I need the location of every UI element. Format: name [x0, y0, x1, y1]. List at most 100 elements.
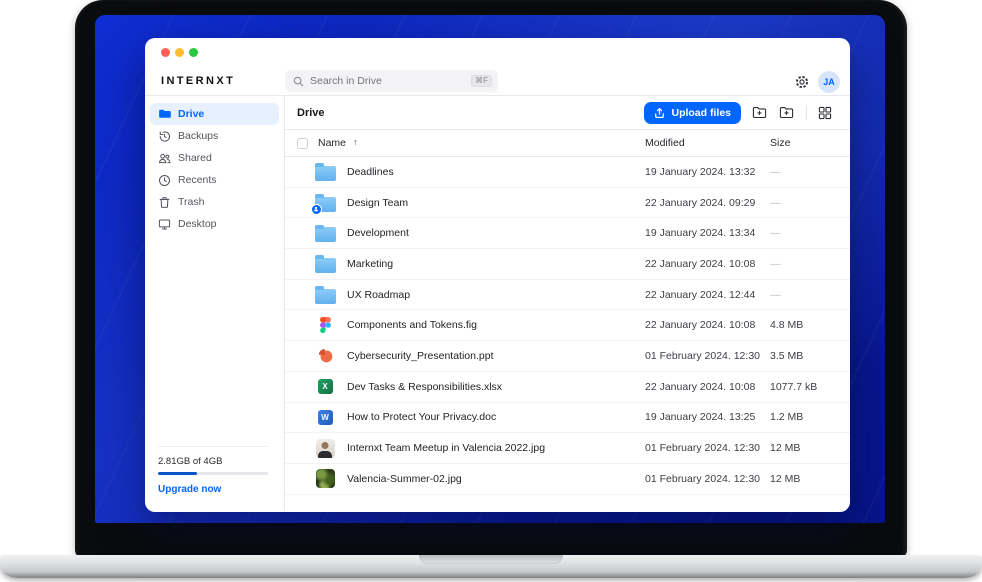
zoom-window-button[interactable]	[189, 48, 198, 57]
new-folder-icon	[779, 106, 794, 119]
gear-icon	[794, 74, 810, 90]
grid-view-button[interactable]	[818, 105, 834, 120]
storage-progress-bar	[158, 472, 268, 475]
laptop-lid-notch	[419, 555, 563, 564]
file-name: Development	[347, 227, 409, 239]
file-modified: 19 January 2024. 13:32	[645, 166, 755, 178]
window-topbar: INTERNXT Search in Drive ⌘F	[145, 38, 850, 96]
table-row[interactable]: Components and Tokens.fig 22 January 202…	[285, 310, 850, 341]
storage-widget: 2.81GB of 4GB Upgrade now	[158, 456, 268, 495]
clock-icon	[158, 174, 171, 187]
avatar[interactable]: JA	[818, 71, 840, 93]
close-window-button[interactable]	[161, 48, 170, 57]
main-panel: Drive Upload files	[285, 96, 850, 511]
shared-badge-icon	[311, 204, 322, 215]
file-name: Valencia-Summer-02.jpg	[347, 473, 462, 485]
upgrade-link[interactable]: Upgrade now	[158, 484, 268, 495]
sidebar-item-desktop[interactable]: Desktop	[150, 213, 279, 235]
table-row[interactable]: Development 19 January 2024. 13:34 —	[285, 218, 850, 249]
table-row[interactable]: Design Team 22 January 2024. 09:29 —	[285, 188, 850, 219]
backup-clock-icon	[158, 130, 171, 143]
file-size: —	[770, 258, 781, 270]
app-body: Drive Backups	[145, 96, 850, 511]
photo-thumbnail	[316, 439, 335, 458]
sidebar-item-recents[interactable]: Recents	[150, 169, 279, 191]
search-placeholder: Search in Drive	[310, 75, 465, 87]
monitor-icon	[158, 218, 171, 231]
sidebar-item-label: Drive	[178, 108, 204, 120]
column-header-modified[interactable]: Modified	[645, 137, 685, 149]
file-modified: 19 January 2024. 13:34	[645, 227, 755, 239]
upload-icon	[654, 107, 665, 119]
upload-folder-button[interactable]	[752, 105, 768, 120]
folder-icon	[315, 289, 336, 304]
file-modified: 22 January 2024. 10:08	[645, 258, 755, 270]
desktop-wallpaper: INTERNXT Search in Drive ⌘F	[95, 15, 885, 523]
table-row[interactable]: Valencia-Summer-02.jpg 01 February 2024.…	[285, 464, 850, 495]
create-folder-button[interactable]	[779, 105, 795, 120]
file-size: 12 MB	[770, 442, 800, 454]
file-size: 4.8 MB	[770, 319, 803, 331]
laptop-base	[0, 555, 982, 578]
column-header-name[interactable]: Name	[318, 137, 346, 149]
internxt-logo: INTERNXT	[161, 75, 235, 87]
minimize-window-button[interactable]	[175, 48, 184, 57]
sort-ascending-icon[interactable]: ↑	[353, 137, 358, 147]
internxt-drive-window: INTERNXT Search in Drive ⌘F	[145, 38, 850, 512]
file-size: —	[770, 227, 781, 239]
folder-icon	[315, 227, 336, 242]
upload-files-button[interactable]: Upload files	[644, 102, 741, 124]
storage-divider	[158, 446, 268, 447]
storage-progress-fill	[158, 472, 197, 475]
file-size: 12 MB	[770, 473, 800, 485]
toolbar-actions: Upload files	[644, 102, 834, 124]
search-input[interactable]: Search in Drive ⌘F	[285, 70, 498, 92]
file-modified: 22 January 2024. 12:44	[645, 289, 755, 301]
sidebar-item-trash[interactable]: Trash	[150, 191, 279, 213]
traffic-lights	[161, 48, 198, 57]
page-title: Drive	[297, 107, 325, 119]
settings-button[interactable]	[794, 74, 810, 90]
users-icon	[158, 152, 171, 165]
figma-file-icon	[320, 317, 331, 333]
file-name: Components and Tokens.fig	[347, 319, 477, 331]
table-row[interactable]: UX Roadmap 22 January 2024. 12:44 —	[285, 280, 850, 311]
file-size: 1.2 MB	[770, 411, 803, 423]
grid-view-icon	[818, 106, 832, 120]
search-icon	[293, 76, 304, 87]
shared-folder-icon	[315, 197, 336, 212]
file-name: UX Roadmap	[347, 289, 410, 301]
table-row[interactable]: W How to Protect Your Privacy.doc 19 Jan…	[285, 403, 850, 434]
sidebar-item-label: Backups	[178, 130, 218, 142]
folder-icon	[315, 166, 336, 181]
sidebar-item-label: Desktop	[178, 218, 217, 230]
sidebar-item-shared[interactable]: Shared	[150, 147, 279, 169]
sidebar-item-label: Shared	[178, 152, 212, 164]
storage-usage-text: 2.81GB of 4GB	[158, 456, 268, 467]
file-name: Internxt Team Meetup in Valencia 2022.jp…	[347, 442, 545, 454]
table-row[interactable]: X Dev Tasks & Responsibilities.xlsx 22 J…	[285, 372, 850, 403]
file-modified: 22 January 2024. 10:08	[645, 381, 755, 393]
folder-icon	[315, 258, 336, 273]
file-size: 3.5 MB	[770, 350, 803, 362]
table-row[interactable]: Deadlines 19 January 2024. 13:32 —	[285, 157, 850, 188]
toolbar: Drive Upload files	[285, 96, 850, 130]
table-row[interactable]: Cybersecurity_Presentation.ppt 01 Februa…	[285, 341, 850, 372]
file-name: Deadlines	[347, 166, 394, 178]
powerpoint-file-icon	[318, 348, 333, 363]
file-modified: 01 February 2024. 12:30	[645, 442, 760, 454]
select-all-checkbox[interactable]	[297, 138, 308, 149]
folder-plus-icon	[752, 106, 767, 119]
file-name: Design Team	[347, 197, 408, 209]
file-size: —	[770, 166, 781, 178]
table-header: Name ↑ Modified Size	[285, 130, 850, 157]
search-shortcut-badge: ⌘F	[471, 75, 492, 87]
sidebar-item-backups[interactable]: Backups	[150, 125, 279, 147]
file-modified: 01 February 2024. 12:30	[645, 473, 760, 485]
table-row[interactable]: Marketing 22 January 2024. 10:08 —	[285, 249, 850, 280]
column-header-size[interactable]: Size	[770, 137, 790, 149]
table-row[interactable]: Internxt Team Meetup in Valencia 2022.jp…	[285, 433, 850, 464]
sidebar-item-drive[interactable]: Drive	[150, 103, 279, 125]
sidebar: Drive Backups	[145, 96, 285, 511]
file-modified: 19 January 2024. 13:25	[645, 411, 755, 423]
